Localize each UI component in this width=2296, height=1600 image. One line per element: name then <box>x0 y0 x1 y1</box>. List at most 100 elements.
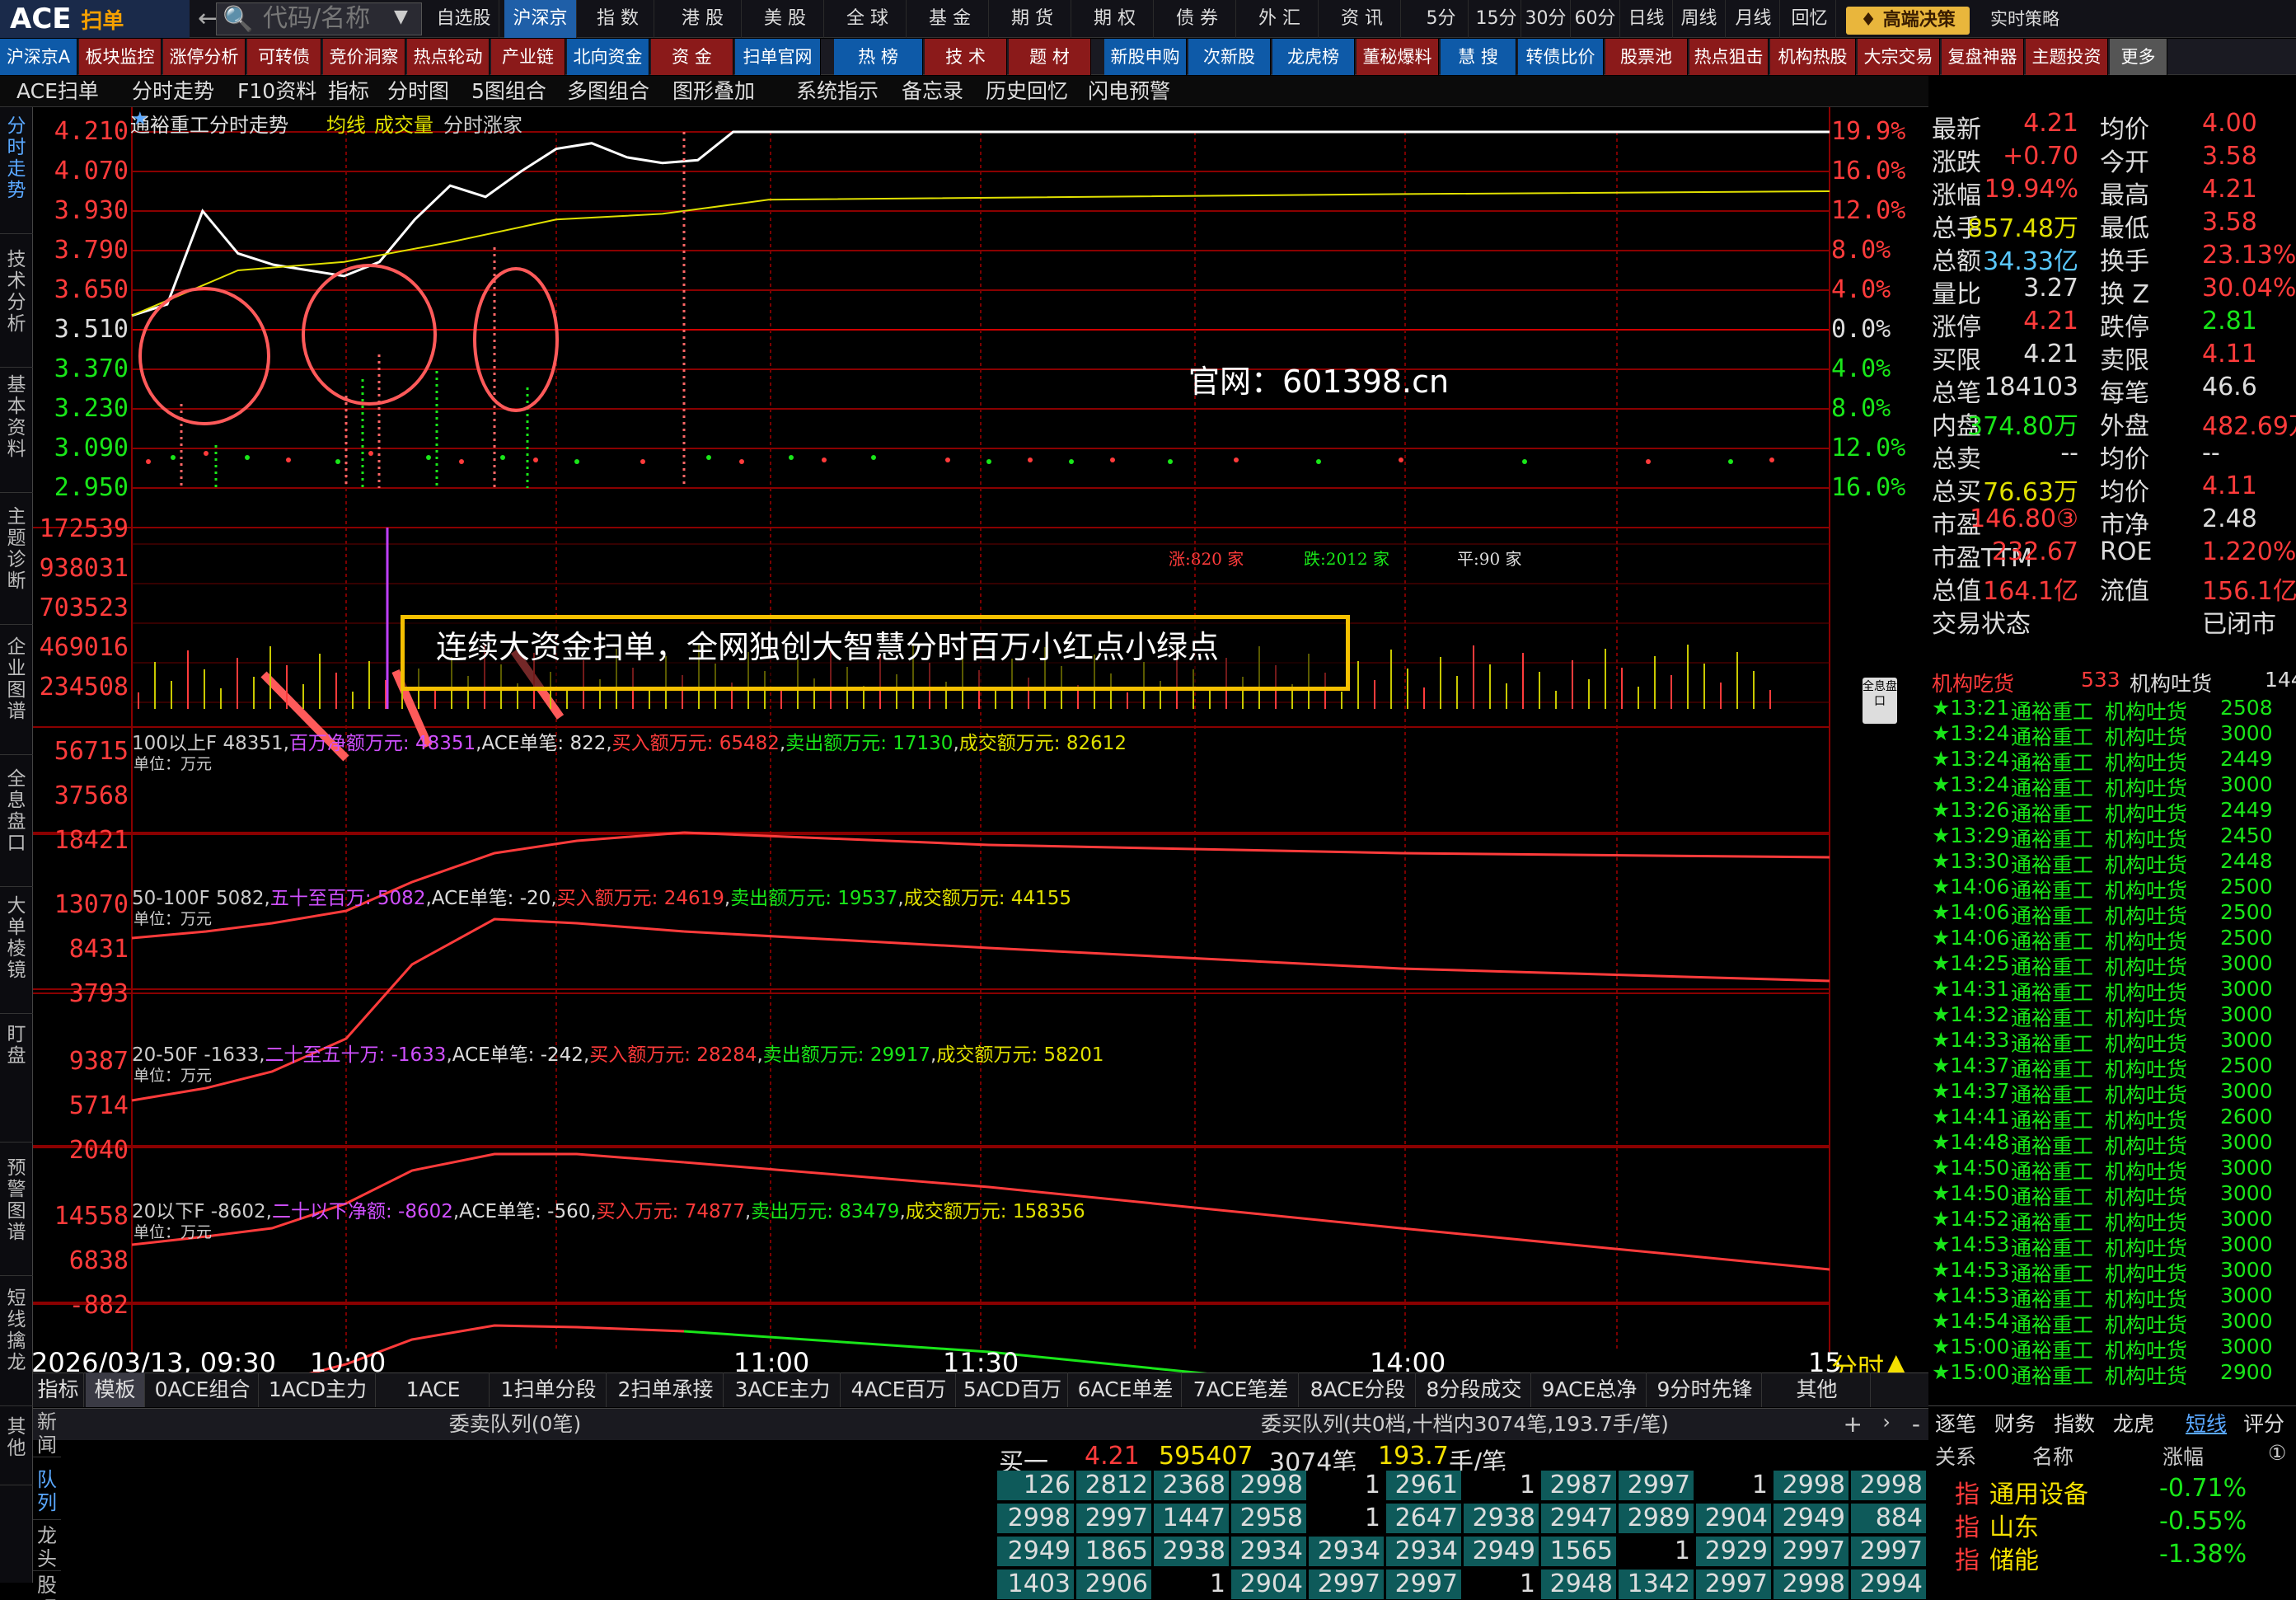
sector-tab-2[interactable]: 指数 <box>2054 1408 2095 1438</box>
signal-value-24[interactable]: 3000 <box>2220 1309 2273 1333</box>
bottom-left-tab-4[interactable]: 股吧 <box>33 1571 61 1600</box>
left-tab-0[interactable]: 分时走势 <box>0 110 33 234</box>
feature-10[interactable]: 热 榜 <box>834 39 923 75</box>
feature-22[interactable]: 大宗交易 <box>1858 39 1940 75</box>
signal-time-11[interactable]: ★14:31 <box>1932 977 2009 1001</box>
signal-type-26[interactable]: 机构吐货 <box>2105 1360 2187 1390</box>
signal-time-13[interactable]: ★14:33 <box>1932 1028 2009 1052</box>
top-tab-12[interactable]: 5分 <box>1414 0 1469 38</box>
sector-tab-4[interactable]: 短线 <box>2186 1408 2227 1438</box>
top-tab-8[interactable]: 期 权 <box>1076 0 1154 38</box>
signal-time-21[interactable]: ★14:53 <box>1932 1232 2009 1256</box>
chart-toolbar-item-8[interactable]: 系统指示 <box>796 76 879 107</box>
top-tab-0[interactable]: 自选股 <box>429 0 499 38</box>
signal-value-26[interactable]: 2900 <box>2220 1360 2273 1384</box>
chart-toolbar-item-9[interactable]: 备忘录 <box>902 76 963 107</box>
feature-1[interactable]: 板块监控 <box>79 39 162 75</box>
signal-value-6[interactable]: 2448 <box>2220 849 2273 873</box>
left-tab-9[interactable]: 短线擒龙 <box>0 1283 33 1406</box>
signal-value-18[interactable]: 3000 <box>2220 1156 2273 1180</box>
signal-value-5[interactable]: 2450 <box>2220 823 2273 847</box>
left-tab-7[interactable]: 盯盘 <box>0 1019 33 1143</box>
signal-time-18[interactable]: ★14:50 <box>1932 1156 2009 1180</box>
left-tab-4[interactable]: 企业图谱 <box>0 631 33 755</box>
signal-time-5[interactable]: ★13:29 <box>1932 823 2009 847</box>
top-tab-2[interactable]: 指 数 <box>582 0 654 38</box>
signal-time-20[interactable]: ★14:52 <box>1932 1207 2009 1231</box>
top-tab-14[interactable]: 30分 <box>1521 0 1571 38</box>
indicator-tab-15[interactable]: 9分时先锋 <box>1648 1372 1762 1407</box>
signal-time-1[interactable]: ★13:24 <box>1932 721 2009 745</box>
signal-value-22[interactable]: 3000 <box>2220 1258 2273 1282</box>
bottom-left-tab-2[interactable]: 队列 <box>33 1466 61 1520</box>
signal-time-22[interactable]: ★14:53 <box>1932 1258 2009 1282</box>
feature-7[interactable]: 北向资金 <box>567 39 649 75</box>
top-tab-17[interactable]: 周线 <box>1673 0 1726 38</box>
signal-time-15[interactable]: ★14:37 <box>1932 1079 2009 1103</box>
feature-6[interactable]: 产业链 <box>491 39 565 75</box>
signal-value-4[interactable]: 2449 <box>2220 798 2273 822</box>
signal-value-17[interactable]: 3000 <box>2220 1130 2273 1154</box>
signal-time-2[interactable]: ★13:24 <box>1932 747 2009 771</box>
signal-time-12[interactable]: ★14:32 <box>1932 1002 2009 1026</box>
feature-12[interactable]: 题 材 <box>1009 39 1091 75</box>
top-tab-6[interactable]: 基 金 <box>911 0 989 38</box>
minimize-icon[interactable]: - <box>1912 1410 1920 1438</box>
bottom-left-tab-3[interactable]: 龙头 <box>33 1522 61 1571</box>
feature-3[interactable]: 可转债 <box>247 39 321 75</box>
feature-0[interactable]: 沪深京A <box>0 39 77 75</box>
feature-9[interactable]: 扫单官网 <box>735 39 821 75</box>
feature-16[interactable]: 董秘爆料 <box>1357 39 1439 75</box>
chart-toolbar-item-6[interactable]: 多图组合 <box>567 76 649 107</box>
signal-time-26[interactable]: ★15:00 <box>1932 1360 2009 1384</box>
search-dropdown-icon[interactable]: ▼ <box>394 7 408 27</box>
signal-time-23[interactable]: ★14:53 <box>1932 1283 2009 1307</box>
indicator-tab-14[interactable]: 9ACE总净 <box>1533 1372 1647 1407</box>
top-tab-7[interactable]: 期 货 <box>994 0 1071 38</box>
signal-time-6[interactable]: ★13:30 <box>1932 849 2009 873</box>
indicator-tab-3[interactable]: 1ACD主力 <box>260 1372 376 1407</box>
left-tab-3[interactable]: 主题诊断 <box>0 501 33 625</box>
top-tab-13[interactable]: 15分 <box>1472 0 1521 38</box>
signal-value-1[interactable]: 3000 <box>2220 721 2273 745</box>
signal-value-9[interactable]: 2500 <box>2220 926 2273 950</box>
feature-19[interactable]: 股票池 <box>1605 39 1688 75</box>
feature-11[interactable]: 技 术 <box>925 39 1007 75</box>
signal-time-0[interactable]: ★13:21 <box>1932 696 2009 720</box>
indicator-tab-7[interactable]: 3ACE主力 <box>725 1372 841 1407</box>
top-tab-16[interactable]: 日线 <box>1620 0 1673 38</box>
sector-tab-1[interactable]: 财务 <box>1994 1408 2036 1438</box>
sector-tab-5[interactable]: 评分 <box>2243 1408 2284 1438</box>
signal-time-14[interactable]: ★14:37 <box>1932 1053 2009 1077</box>
top-tab-9[interactable]: 债 券 <box>1159 0 1236 38</box>
sector-tab-3[interactable]: 龙虎 <box>2113 1408 2154 1438</box>
signal-time-24[interactable]: ★14:54 <box>1932 1309 2009 1333</box>
feature-13[interactable]: 新股申购 <box>1104 39 1187 75</box>
feature-8[interactable]: 资 金 <box>651 39 733 75</box>
scroll-arrow-icon[interactable]: › <box>1882 1410 1891 1433</box>
signal-value-13[interactable]: 3000 <box>2220 1028 2273 1052</box>
signal-time-25[interactable]: ★15:00 <box>1932 1335 2009 1358</box>
feature-20[interactable]: 热点狙击 <box>1689 39 1769 75</box>
signal-value-10[interactable]: 3000 <box>2220 951 2273 975</box>
feature-24[interactable]: 主题投资 <box>2026 39 2108 75</box>
chart-toolbar-item-4[interactable]: 分时图 <box>387 76 449 107</box>
signal-value-19[interactable]: 3000 <box>2220 1181 2273 1205</box>
top-tab-10[interactable]: 外 汇 <box>1241 0 1319 38</box>
signal-value-7[interactable]: 2500 <box>2220 875 2273 899</box>
signal-value-12[interactable]: 3000 <box>2220 1002 2273 1026</box>
signal-value-25[interactable]: 3000 <box>2220 1335 2273 1358</box>
chart-toolbar-item-11[interactable]: 闪电预警 <box>1088 76 1170 107</box>
bottom-left-tab-1[interactable]: 新闻 <box>33 1408 61 1457</box>
indicator-tab-13[interactable]: 8分段成交 <box>1417 1372 1531 1407</box>
top-tab-3[interactable]: 港 股 <box>664 0 742 38</box>
indicator-tab-6[interactable]: 2扫单承接 <box>608 1372 724 1407</box>
indicator-tab-1[interactable]: 模板 <box>86 1372 145 1407</box>
top-tab-19[interactable]: 回忆 <box>1783 0 1836 38</box>
top-tab-1[interactable]: 沪深京 <box>504 0 577 38</box>
feature-15[interactable]: 龙虎榜 <box>1272 39 1355 75</box>
feature-17[interactable]: 慧 搜 <box>1441 39 1516 75</box>
expand-plus-icon[interactable]: + <box>1844 1410 1863 1438</box>
feature-21[interactable]: 机构热股 <box>1770 39 1856 75</box>
holo-mini-button[interactable]: 全息盘口 <box>1863 678 1897 724</box>
